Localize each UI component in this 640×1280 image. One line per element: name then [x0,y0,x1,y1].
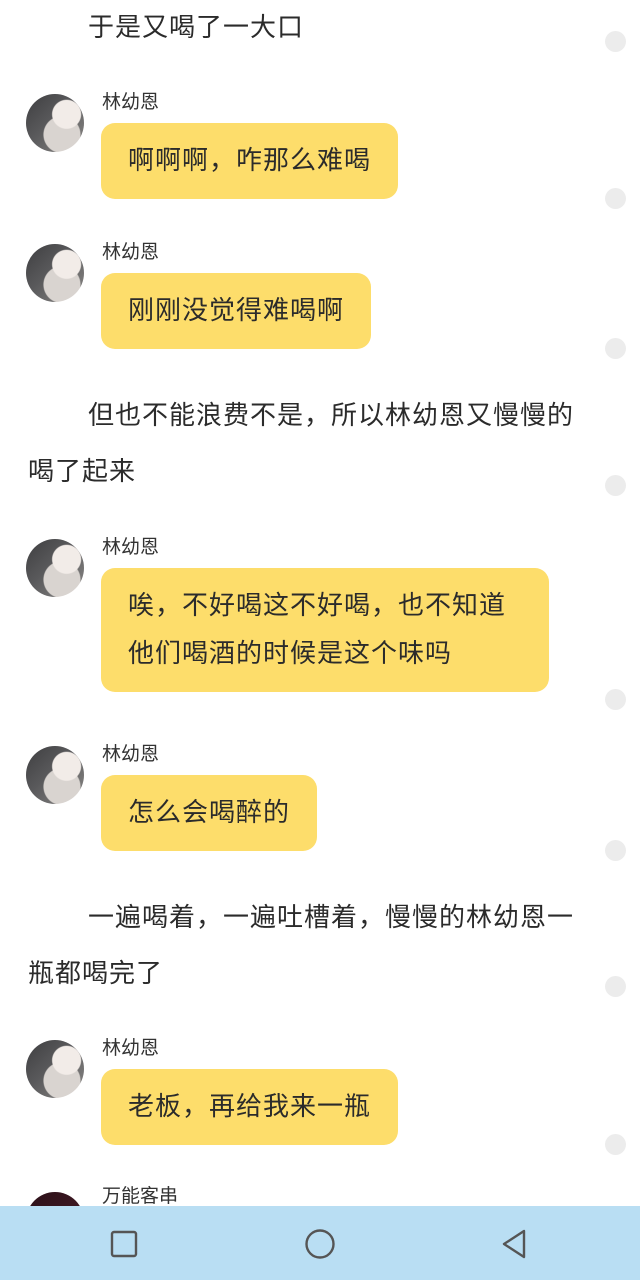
avatar[interactable] [26,1040,84,1098]
sender-name: 林幼恩 [102,91,160,113]
home-button[interactable] [300,1224,340,1264]
message-bubble[interactable]: 老板，再给我来一瓶 [101,1069,399,1145]
sender-name: 万能客串 [102,1185,179,1206]
comment-dot[interactable] [605,689,626,710]
avatar[interactable] [26,1192,84,1206]
comment-dot[interactable] [605,840,626,861]
message-bubble[interactable]: 唉，不好喝这不好喝，也不知道他们喝酒的时候是这个味吗 [101,568,549,692]
narration-paragraph: 于是又喝了一大口 [88,13,305,43]
story-stream[interactable]: 于是又喝了一大口 林幼恩 啊啊啊，咋那么难喝 林幼恩 刚刚没觉得难喝啊 但也不能… [0,0,640,1206]
avatar[interactable] [26,746,84,804]
chat-message: 林幼恩 唉，不好喝这不好喝，也不知道他们喝酒的时候是这个味吗 [0,535,600,705]
recent-apps-button[interactable] [104,1224,144,1264]
message-bubble[interactable]: 啊啊啊，咋那么难喝 [101,123,399,199]
avatar[interactable] [26,539,84,597]
message-bubble[interactable]: 刚刚没觉得难喝啊 [101,273,372,349]
chat-message: 林幼恩 怎么会喝醉的 [0,742,600,862]
chat-message: 林幼恩 啊啊啊，咋那么难喝 [0,90,600,210]
comment-dot[interactable] [605,188,626,209]
comment-dot[interactable] [605,31,626,52]
comment-dot[interactable] [605,475,626,496]
avatar[interactable] [26,244,84,302]
chat-message: 林幼恩 老板，再给我来一瓶 [0,1036,600,1156]
home-icon [305,1229,335,1259]
sender-name: 林幼恩 [102,1037,160,1059]
narration-paragraph: 但也不能浪费不是，所以林幼恩又慢慢的喝了起来 [28,401,575,487]
back-button[interactable] [494,1224,534,1264]
chat-story-screen: 于是又喝了一大口 林幼恩 啊啊啊，咋那么难喝 林幼恩 刚刚没觉得难喝啊 但也不能… [0,0,640,1280]
system-navigation-bar [0,1206,640,1280]
comment-dot[interactable] [605,338,626,359]
comment-dot[interactable] [605,1134,626,1155]
avatar[interactable] [26,94,84,152]
message-bubble[interactable]: 怎么会喝醉的 [101,775,318,851]
sender-name: 林幼恩 [102,536,160,558]
comment-dot[interactable] [605,976,626,997]
back-icon [502,1229,526,1259]
chat-message: 林幼恩 刚刚没觉得难喝啊 [0,240,600,360]
narration-paragraph: 一遍喝着，一遍吐槽着，慢慢的林幼恩一瓶都喝完了 [28,903,575,989]
recent-apps-icon [110,1230,138,1258]
sender-name: 林幼恩 [102,241,160,263]
chat-message: 万能客串 [0,1184,600,1206]
sender-name: 林幼恩 [102,743,160,765]
